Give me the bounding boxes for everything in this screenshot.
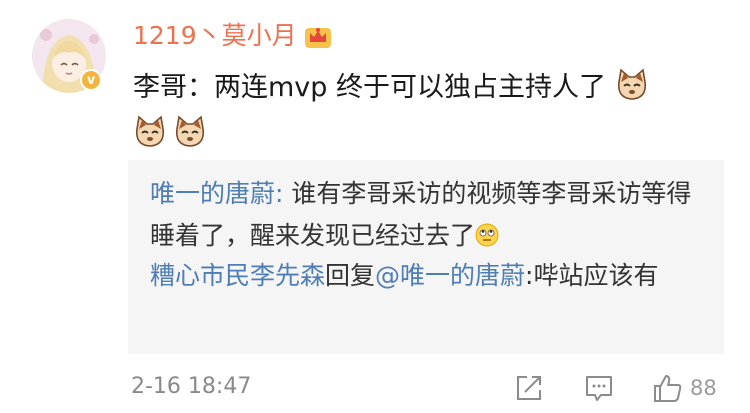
share-icon xyxy=(517,376,541,400)
like-button[interactable]: 88 xyxy=(652,372,717,404)
like-icon xyxy=(654,375,682,402)
post-timestamp: 2-16 18:47 xyxy=(131,374,252,399)
reply-author-link[interactable]: 唯一的唐蔚 xyxy=(150,179,275,208)
cat-emoji-icon xyxy=(617,68,646,100)
cat-emoji-icon xyxy=(175,115,205,147)
comment-body: 李哥：两连mvp 终于可以独占主持人了 xyxy=(133,72,607,103)
reply-separator: : xyxy=(275,179,292,208)
reply-list[interactable]: 唯一的唐蔚: 谁有李哥采访的视频等李哥采访等得睡着了，醒来发现已经过去了 糟心市… xyxy=(128,160,724,354)
verified-badge-icon: v xyxy=(80,69,102,91)
crown-icon[interactable] xyxy=(303,22,333,50)
comment-text: 李哥：两连mvp 终于可以独占主持人了 xyxy=(133,64,718,158)
reply-mention-link[interactable]: @唯一的唐蔚 xyxy=(375,261,525,290)
reply-item[interactable]: 糟心市民李先森回复@唯一的唐蔚:哔站应该有 xyxy=(150,255,710,297)
like-count: 88 xyxy=(690,376,717,400)
reply-author-link[interactable]: 糟心市民李先森 xyxy=(150,261,325,290)
comment-icon xyxy=(586,376,612,401)
share-button[interactable] xyxy=(513,372,545,404)
cat-emoji-icon xyxy=(135,115,165,147)
reply-text: :哔站应该有 xyxy=(525,261,659,290)
comment-button[interactable] xyxy=(583,372,615,404)
reply-verb: 回复 xyxy=(325,261,376,290)
username-link[interactable]: 1219丶莫小月 xyxy=(133,18,297,54)
reply-item[interactable]: 唯一的唐蔚: 谁有李哥采访的视频等李哥采访等得睡着了，醒来发现已经过去了 xyxy=(150,173,710,257)
eye-roll-emoji-icon xyxy=(475,223,499,247)
